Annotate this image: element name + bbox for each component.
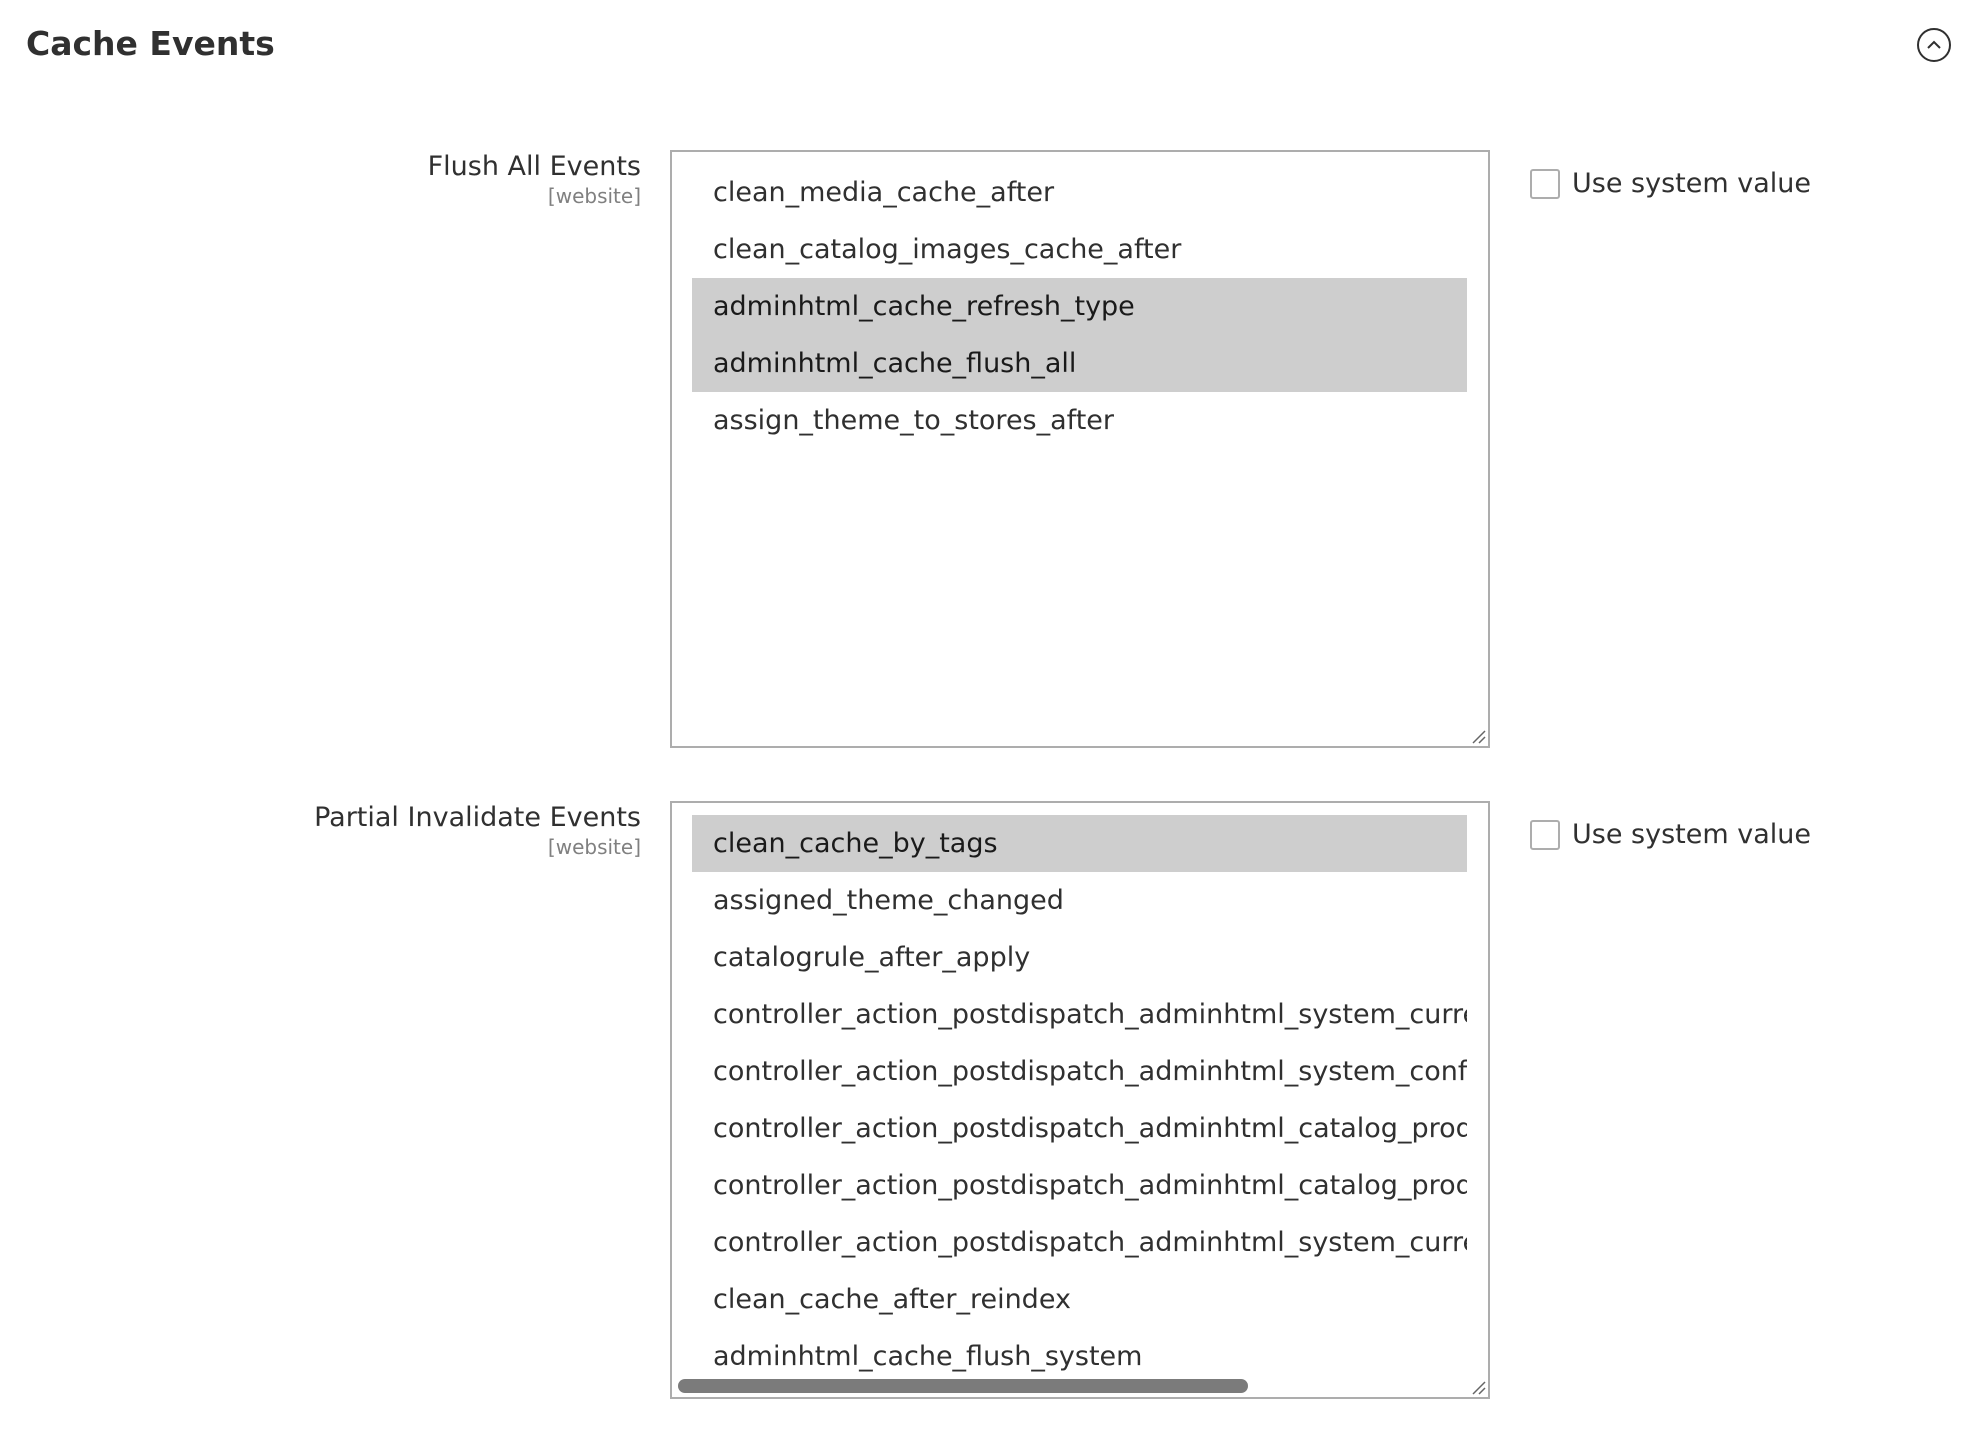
use-system-value-checkbox[interactable] [1530,820,1560,850]
flush-all-events-multiselect[interactable]: clean_media_cache_after clean_catalog_im… [670,150,1490,748]
option-item[interactable]: controller_action_postdispatch_adminhtml… [692,1157,1467,1214]
scope-label: [website] [547,835,641,859]
use-system-value-partial-invalidate[interactable]: Use system value [1530,818,1811,852]
section-title: Cache Events [26,24,275,63]
field-label-text: Partial Invalidate Events [314,802,641,833]
chevron-up-icon [1927,40,1941,49]
use-system-value-label: Use system value [1572,819,1811,850]
option-item[interactable]: controller_action_postdispatch_adminhtml… [692,1100,1467,1157]
option-item[interactable]: adminhtml_cache_flush_system [692,1328,1467,1385]
option-item[interactable]: assign_theme_to_stores_after [692,392,1467,449]
option-item[interactable]: clean_cache_after_reindex [692,1271,1467,1328]
resize-grip-icon[interactable] [1470,728,1486,744]
option-item[interactable]: assigned_theme_changed [692,872,1467,929]
option-item[interactable]: catalogrule_after_apply [692,929,1467,986]
collapse-section-button[interactable] [1917,28,1951,62]
partial-invalidate-events-multiselect[interactable]: clean_cache_by_tags assigned_theme_chang… [670,801,1490,1399]
use-system-value-label: Use system value [1572,168,1811,199]
resize-grip-icon[interactable] [1470,1379,1486,1395]
option-item-selected[interactable]: clean_cache_by_tags [692,815,1467,872]
field-label-partial-invalidate-events: Partial Invalidate Events [website] [314,801,641,859]
field-label-flush-all-events: Flush All Events [website] [428,150,641,208]
option-item[interactable]: controller_action_postdispatch_adminhtml… [692,1214,1467,1271]
field-label-text: Flush All Events [427,151,641,182]
option-item-selected[interactable]: adminhtml_cache_refresh_type [692,278,1467,335]
horizontal-scrollbar[interactable] [678,1379,1248,1393]
option-item[interactable]: controller_action_postdispatch_adminhtml… [692,986,1467,1043]
scope-label: [website] [547,184,641,208]
option-item[interactable]: clean_media_cache_after [692,164,1467,221]
use-system-value-flush-all[interactable]: Use system value [1530,167,1811,201]
option-item[interactable]: clean_catalog_images_cache_after [692,221,1467,278]
option-item[interactable]: controller_action_postdispatch_adminhtml… [692,1043,1467,1100]
option-item-selected[interactable]: adminhtml_cache_flush_all [692,335,1467,392]
use-system-value-checkbox[interactable] [1530,169,1560,199]
